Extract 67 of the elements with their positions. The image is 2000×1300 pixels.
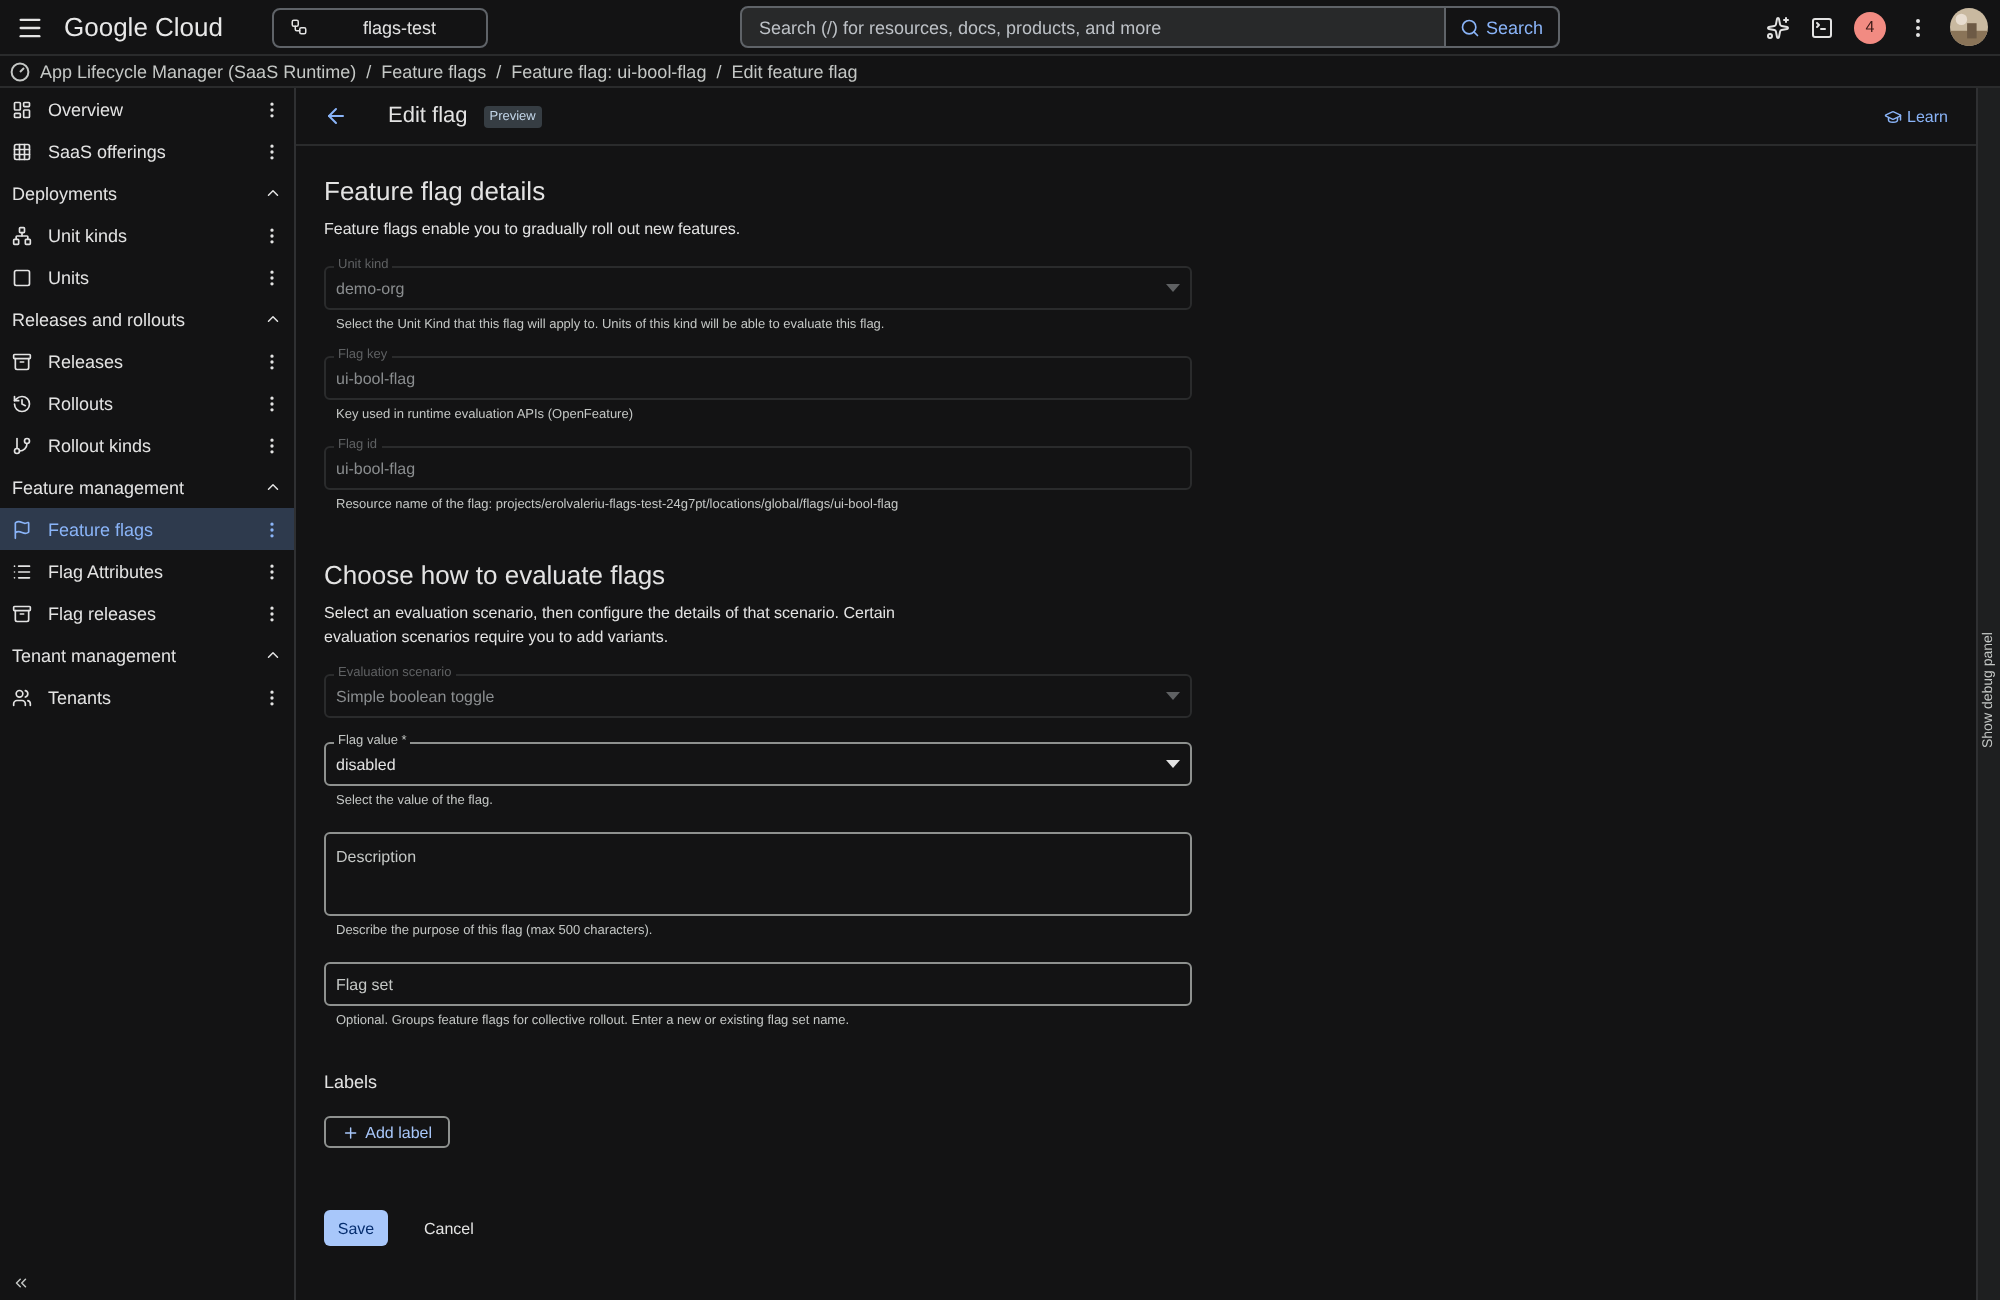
gauge-icon: [10, 61, 30, 81]
grid-icon: [12, 141, 32, 161]
terminal-icon[interactable]: [1810, 15, 1834, 39]
sidebar-item[interactable]: Feature flags: [0, 508, 294, 550]
breadcrumb-separator: /: [716, 61, 722, 81]
notification-badge[interactable]: 4: [1854, 11, 1886, 43]
search-field[interactable]: Search (/) for resources, docs, products, and more Search: [739, 6, 1559, 48]
sidebar-item[interactable]: Rollout kinds: [0, 424, 294, 466]
project-picker[interactable]: flags-test: [271, 7, 487, 47]
search-button[interactable]: Search: [1443, 8, 1557, 46]
back-icon[interactable]: [324, 104, 348, 128]
person-icon: [12, 687, 32, 707]
menu-icon[interactable]: [16, 13, 44, 41]
breadcrumb-separator: /: [496, 61, 502, 81]
section-title: Choose how to evaluate flags: [324, 560, 668, 590]
labels-heading: Labels: [324, 1072, 380, 1092]
input-field[interactable]: Flag set: [324, 954, 1192, 1006]
graduation-cap-icon: [1883, 107, 1902, 125]
learn-link[interactable]: Learn: [1883, 107, 1948, 125]
breadcrumb-separator: /: [366, 61, 372, 81]
section-description: Select an evaluation scenario, then configure the details of that scenario. Certain evaluation scenarios require you to add variants.: [324, 602, 898, 650]
sidebar-item[interactable]: Releases: [0, 340, 294, 382]
sidebar-item[interactable]: Flag Attributes: [0, 550, 294, 592]
product-logo[interactable]: Google Cloud: [64, 12, 223, 42]
breadcrumb-link[interactable]: Edit feature flag: [731, 61, 858, 81]
section-description: Feature flags enable you to gradually roll out new features.: [324, 218, 743, 242]
section-title: Feature flag details: [324, 176, 548, 206]
flag-icon: [12, 519, 32, 539]
sidebar-item[interactable]: SaaS offerings: [0, 130, 294, 172]
branch-icon: [12, 435, 32, 455]
sidebar-item[interactable]: Unit kinds: [0, 214, 294, 256]
archive-icon: [12, 603, 32, 623]
chevron-up-icon: [264, 184, 282, 202]
search-icon: [1459, 17, 1480, 37]
sidebar-item[interactable]: Flag releases: [0, 592, 294, 634]
dashboard-icon: [12, 99, 32, 119]
caret-icon: [1166, 284, 1180, 292]
caret-icon: [1166, 692, 1180, 700]
page-title: Edit flag: [388, 104, 468, 128]
cancel-button[interactable]: Cancel: [412, 1217, 486, 1239]
section-header[interactable]: Deployments: [0, 172, 294, 214]
section-header[interactable]: Feature management: [0, 466, 294, 508]
chevron-up-icon: [264, 310, 282, 328]
sidebar-item[interactable]: Units: [0, 256, 294, 298]
breadcrumb-link[interactable]: App Lifecycle Manager (SaaS Runtime): [40, 61, 357, 81]
sidebar-item[interactable]: Tenants: [0, 676, 294, 718]
sidebar-item[interactable]: Overview: [0, 88, 294, 130]
network-icon: [12, 225, 32, 245]
section-header[interactable]: Tenant management: [0, 634, 294, 676]
caret-icon: [1166, 760, 1180, 768]
collapse-icon[interactable]: [12, 1274, 30, 1292]
project-icon: [289, 18, 307, 36]
text-area[interactable]: Description: [324, 824, 1192, 916]
save-button[interactable]: Save: [324, 1210, 388, 1246]
sidebar-item[interactable]: Rollouts: [0, 382, 294, 424]
list-icon: [12, 561, 32, 581]
sparkle-icon[interactable]: [1766, 15, 1790, 39]
section-header[interactable]: Releases and rollouts: [0, 298, 294, 340]
archive-icon: [12, 351, 32, 371]
breadcrumb-link[interactable]: Feature flag: ui-bool-flag: [511, 61, 707, 81]
add-label-button[interactable]: Add label: [324, 1116, 450, 1148]
square-icon: [12, 267, 32, 287]
chevron-up-icon: [264, 646, 282, 664]
breadcrumb-link[interactable]: Feature flags: [381, 61, 487, 81]
history-icon: [12, 393, 32, 413]
plus-icon: [342, 1123, 360, 1141]
chevron-up-icon: [264, 478, 282, 496]
